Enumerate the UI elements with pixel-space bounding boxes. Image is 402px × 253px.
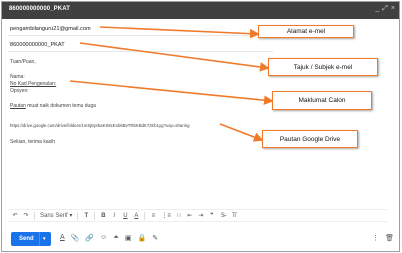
callout-info: Maklumat Calon [272, 91, 372, 110]
arrow-info [69, 80, 274, 105]
arrow-email [99, 26, 260, 39]
callout-drive: Pautan Google Drive [262, 130, 358, 148]
arrow-subject [79, 42, 270, 72]
callout-email: Alamat e-mel [258, 25, 354, 38]
callout-subject: Tajuk / Subjek e-mel [268, 58, 378, 76]
arrow-drive [219, 123, 264, 142]
